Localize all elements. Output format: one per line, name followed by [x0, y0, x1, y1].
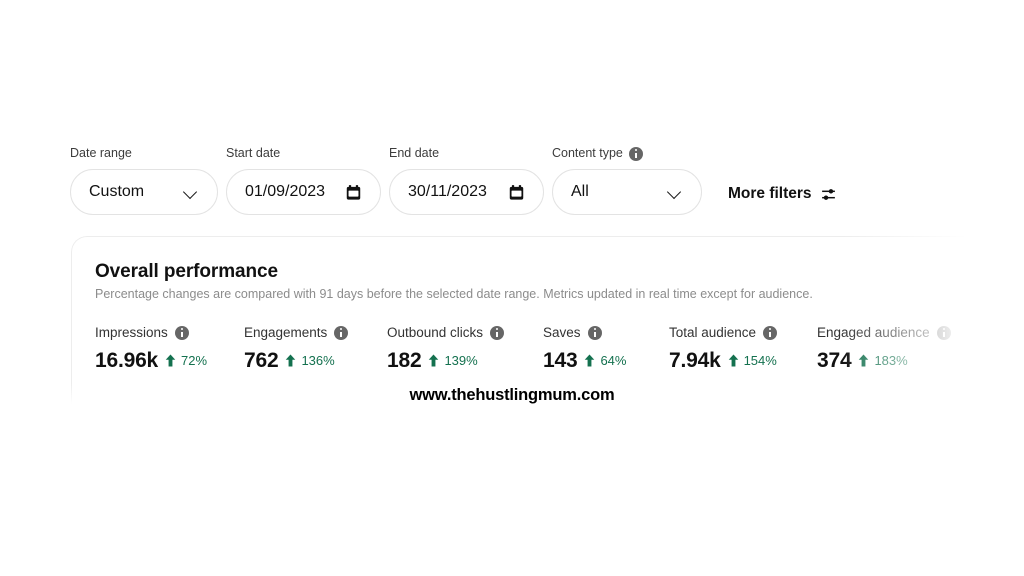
watermark: www.thehustlingmum.com: [409, 386, 615, 404]
more-filters-label: More filters: [728, 185, 812, 202]
metric-engagements: Engagements 762 136%: [244, 325, 387, 373]
metric-total-audience: Total audience 7.94k 154%: [669, 325, 817, 373]
metric-body: 16.96k 72%: [95, 349, 244, 373]
arrow-up-icon: [286, 354, 296, 367]
info-icon[interactable]: [174, 325, 189, 340]
metric-delta-value: 72%: [181, 353, 208, 368]
metric-value: 374: [817, 349, 852, 372]
end-date-label: End date: [389, 146, 544, 161]
metric-body: 762 136%: [244, 349, 387, 373]
end-date-label-text: End date: [389, 146, 440, 160]
status-badge: 139%: [428, 353, 478, 368]
start-date-value: 01/09/2023: [245, 183, 326, 200]
filter-end-date: End date 30/11/2023: [389, 146, 544, 215]
metric-body: 7.94k 154%: [669, 349, 817, 373]
arrow-up-icon: [429, 354, 439, 367]
metric-body: 143 64%: [543, 349, 669, 373]
filter-date-range: Date range Custom: [70, 146, 218, 215]
info-icon[interactable]: [490, 325, 505, 340]
metric-outbound-clicks: Outbound clicks 182 139%: [387, 325, 543, 373]
metric-delta-value: 183%: [874, 353, 908, 368]
start-date-input[interactable]: 01/09/2023: [226, 169, 381, 215]
overall-performance-card: Overall performance Percentage changes a…: [71, 236, 967, 404]
metric-header: Engaged audience: [817, 325, 957, 340]
status-badge: 183%: [858, 353, 908, 368]
filter-content-type: Content type All: [552, 146, 702, 215]
metric-header: Outbound clicks: [387, 325, 543, 340]
end-date-input[interactable]: 30/11/2023: [389, 169, 544, 215]
metric-header: Total audience: [669, 325, 817, 340]
info-icon[interactable]: [628, 146, 643, 161]
metric-delta-value: 64%: [600, 353, 627, 368]
info-icon[interactable]: [587, 325, 602, 340]
metric-delta-value: 136%: [301, 353, 335, 368]
arrow-up-icon: [585, 354, 595, 367]
info-icon[interactable]: [334, 325, 349, 340]
date-range-label: Date range: [70, 146, 218, 161]
date-range-value: Custom: [89, 183, 145, 200]
date-range-select[interactable]: Custom: [70, 169, 218, 215]
metric-body: 182 139%: [387, 349, 543, 373]
status-badge: 136%: [285, 353, 335, 368]
metric-label: Impressions: [95, 325, 168, 340]
content-type-label: Content type: [552, 146, 702, 161]
chevron-down-icon: [183, 184, 199, 200]
metric-header: Impressions: [95, 325, 244, 340]
metric-value: 7.94k: [669, 349, 721, 372]
metric-label: Engagements: [244, 325, 328, 340]
filter-start-date: Start date 01/09/2023: [226, 146, 381, 215]
chevron-down-icon: [667, 184, 683, 200]
start-date-label-text: Start date: [226, 146, 281, 160]
metric-value: 16.96k: [95, 349, 159, 372]
metric-value: 762: [244, 349, 279, 372]
metric-body: 374 183%: [817, 349, 957, 373]
start-date-label: Start date: [226, 146, 381, 161]
calendar-icon[interactable]: [508, 184, 525, 201]
page-title: Overall performance: [95, 261, 278, 282]
content-type-select[interactable]: All: [552, 169, 702, 215]
arrow-up-icon: [859, 354, 869, 367]
info-icon[interactable]: [936, 325, 951, 340]
metric-engaged-audience: Engaged audience 374 183%: [817, 325, 957, 373]
date-range-label-text: Date range: [70, 146, 132, 160]
filter-bar: Date range Custom Start date 01/09/2023: [70, 146, 837, 215]
metric-label: Total audience: [669, 325, 757, 340]
metric-label: Engaged audience: [817, 325, 930, 340]
status-badge: 72%: [165, 353, 207, 368]
status-badge: 154%: [728, 353, 777, 368]
metrics-row: Impressions 16.96k 72% Engagements 762 1…: [95, 325, 957, 373]
calendar-icon[interactable]: [345, 184, 362, 201]
metric-delta-value: 139%: [444, 353, 478, 368]
arrow-up-icon: [165, 354, 176, 367]
metric-value: 143: [543, 349, 578, 372]
end-date-value: 30/11/2023: [408, 183, 487, 200]
arrow-up-icon: [728, 354, 738, 367]
metric-header: Engagements: [244, 325, 387, 340]
analytics-screen: Date range Custom Start date 01/09/2023: [0, 0, 1024, 576]
metric-header: Saves: [543, 325, 669, 340]
metric-saves: Saves 143 64%: [543, 325, 669, 373]
metric-delta-value: 154%: [743, 353, 777, 368]
info-icon[interactable]: [763, 325, 778, 340]
metric-label: Outbound clicks: [387, 325, 484, 340]
status-badge: 64%: [584, 353, 626, 368]
metric-impressions: Impressions 16.96k 72%: [95, 325, 244, 373]
content-type-label-text: Content type: [552, 146, 623, 160]
tune-icon: [821, 188, 835, 200]
content-type-value: All: [571, 183, 589, 200]
more-filters-button[interactable]: More filters: [728, 185, 837, 203]
card-subtitle: Percentage changes are compared with 91 …: [95, 287, 813, 301]
metric-label: Saves: [543, 325, 581, 340]
metric-value: 182: [387, 349, 422, 372]
